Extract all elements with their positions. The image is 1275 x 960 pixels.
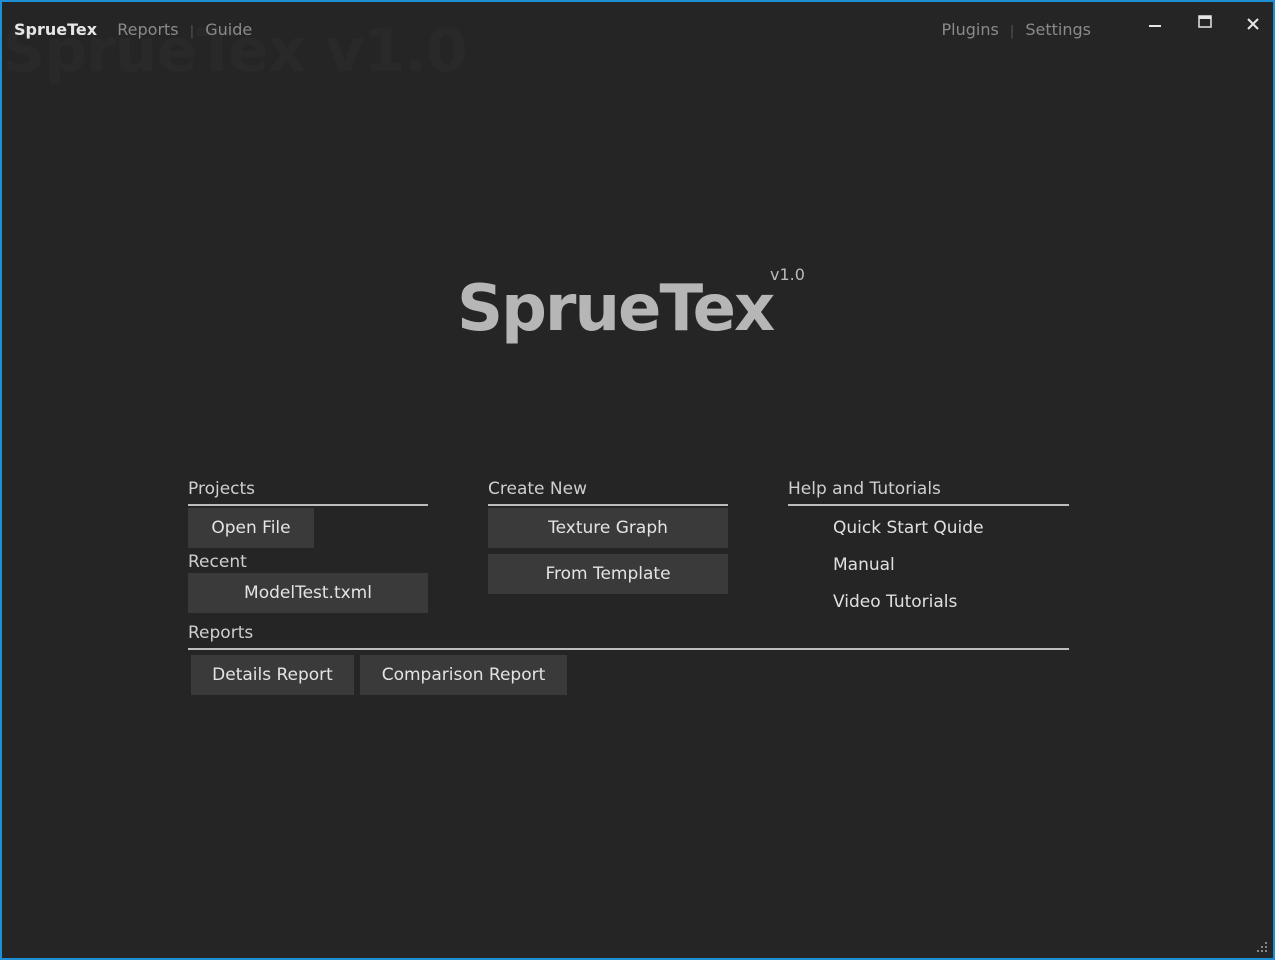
nav-separator: | — [1009, 24, 1015, 39]
nav-guide-link[interactable]: Guide — [205, 20, 252, 39]
minimize-icon — [1149, 25, 1161, 27]
help-divider — [788, 504, 1069, 506]
close-icon — [1247, 18, 1259, 30]
recent-heading: Recent — [188, 552, 247, 572]
quick-start-guide-link[interactable]: Quick Start Quide — [833, 518, 984, 538]
top-nav-left: SprueTex Reports | Guide — [14, 20, 252, 39]
close-button[interactable] — [1238, 10, 1272, 38]
app-brand: SprueTex — [14, 20, 98, 39]
recent-file-button[interactable]: ModelTest.txml — [188, 573, 428, 613]
texture-graph-button[interactable]: Texture Graph — [488, 508, 728, 548]
from-template-button[interactable]: From Template — [488, 554, 728, 594]
manual-link[interactable]: Manual — [833, 555, 895, 575]
nav-separator: | — [189, 24, 195, 39]
app-logo: SprueTex — [457, 272, 775, 346]
minimize-button[interactable] — [1139, 10, 1173, 38]
app-window: SprueTex v1.0 SprueTex Reports | Guide P… — [0, 0, 1275, 960]
help-heading: Help and Tutorials — [788, 479, 941, 499]
nav-plugins-link[interactable]: Plugins — [941, 20, 998, 39]
reports-heading: Reports — [188, 623, 254, 643]
maximize-button[interactable] — [1189, 10, 1223, 38]
create-new-heading: Create New — [488, 479, 587, 499]
open-file-button[interactable]: Open File — [188, 508, 314, 548]
nav-settings-link[interactable]: Settings — [1025, 20, 1091, 39]
maximize-icon — [1198, 15, 1212, 28]
projects-divider — [188, 504, 428, 506]
top-nav-right: Plugins | Settings — [941, 20, 1091, 39]
video-tutorials-link[interactable]: Video Tutorials — [833, 592, 957, 612]
details-report-button[interactable]: Details Report — [191, 655, 354, 695]
resize-grip-icon[interactable] — [1255, 940, 1269, 954]
create-new-divider — [488, 504, 728, 506]
comparison-report-button[interactable]: Comparison Report — [360, 655, 567, 695]
nav-reports-link[interactable]: Reports — [117, 20, 178, 39]
app-version: v1.0 — [770, 265, 805, 284]
projects-heading: Projects — [188, 479, 256, 499]
reports-divider — [188, 648, 1069, 650]
